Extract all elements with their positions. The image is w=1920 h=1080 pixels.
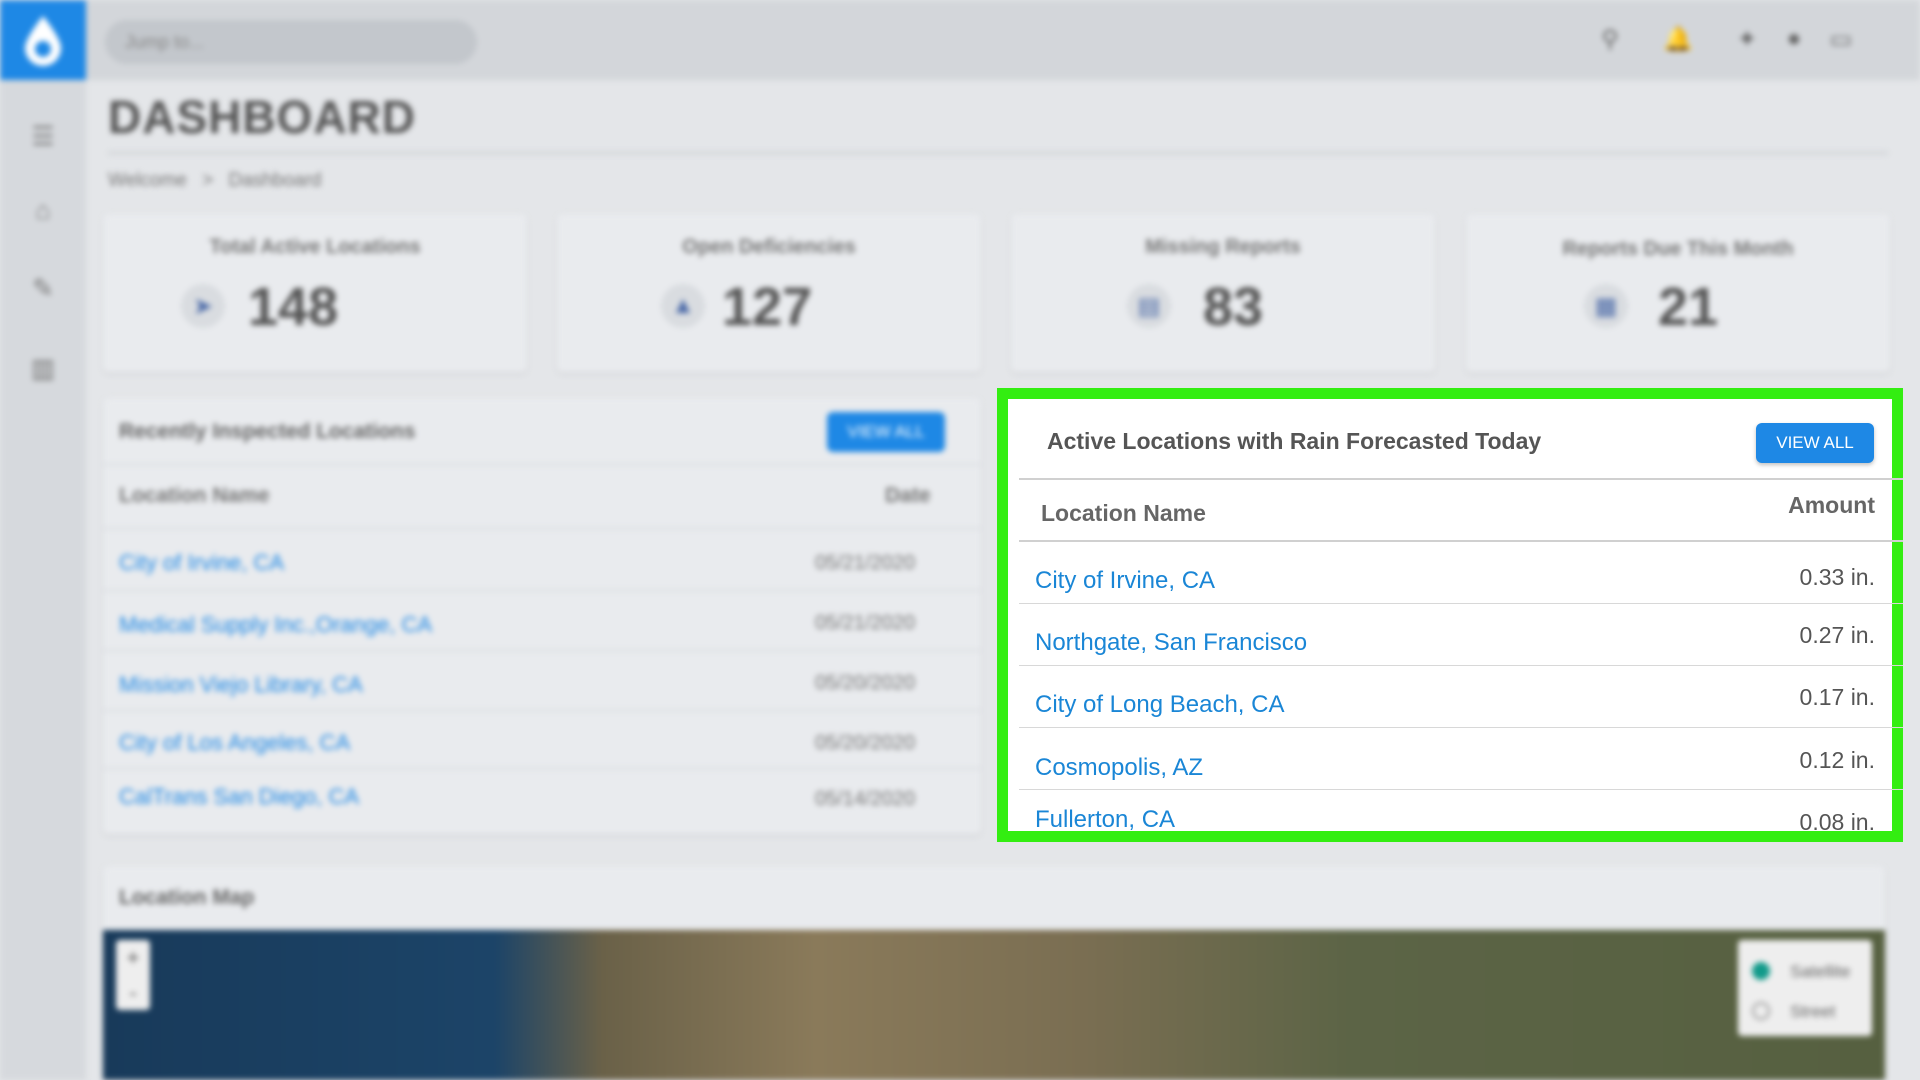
breadcrumb: Welcome > Dashboard [108,170,321,192]
page-title: DASHBOARD [108,91,416,143]
radio-satellite[interactable] [1752,962,1770,980]
table-row-date: 05/21/2020 [815,552,916,574]
rain-table-header: Location Name Amount [1019,480,1903,542]
wrench-icon[interactable]: ✎ [25,270,61,306]
rain-amount: 0.08 in. [1799,809,1875,835]
menu-icon[interactable]: ☰ [25,118,61,154]
table-row: Northgate, San Francisco 0.27 in. [1019,604,1903,666]
satellite-map[interactable] [103,930,1885,1080]
card-title: Location Map [119,886,255,909]
divider [103,650,981,651]
location-link[interactable]: Northgate, San Francisco [1035,629,1307,657]
stat-value: 148 [248,277,339,337]
stat-label: Total Active Locations [209,236,421,258]
stat-label: Missing Reports [1145,236,1301,258]
send-icon: ➤ [181,284,225,328]
column-location-name: Location Name [1041,500,1206,526]
column-amount: Amount [1788,492,1875,518]
table-row-link[interactable]: CalTrans San Diego, CA [119,784,359,810]
table-row-date: 05/20/2020 [815,672,916,694]
globe-icon[interactable]: ● [1779,24,1809,54]
table-row: Fullerton, CA 0.08 in. [1019,790,1903,842]
table-row-date: 05/20/2020 [815,732,916,754]
water-drop-icon [25,16,61,66]
location-link[interactable]: Fullerton, CA [1035,806,1175,834]
rain-card-title: Active Locations with Rain Forecasted To… [1047,428,1542,454]
location-link[interactable]: Cosmopolis, AZ [1035,754,1203,782]
layer-label-street: Street [1790,1002,1836,1021]
stat-label: Reports Due This Month [1562,238,1794,260]
column-location-name: Location Name [119,484,270,507]
recently-inspected-card: Recently Inspected Locations VIEW ALL Lo… [103,398,981,834]
building-icon[interactable]: ▥ [25,350,61,386]
location-pin-icon[interactable]: ⚲ [1595,24,1625,54]
rain-amount: 0.17 in. [1799,684,1875,710]
zoom-out-button[interactable]: - [116,975,150,1010]
app-logo[interactable] [0,0,86,80]
radio-street[interactable] [1752,1002,1770,1020]
home-icon[interactable]: ⌂ [25,192,61,228]
stat-value: 127 [722,277,813,337]
location-link[interactable]: City of Long Beach, CA [1035,691,1284,719]
table-row-date: 05/14/2020 [815,788,916,810]
rain-amount: 0.27 in. [1799,622,1875,648]
stat-card-reports-due[interactable]: Reports Due This Month ▦ 21 [1466,214,1890,372]
divider [103,464,981,465]
table-row: Cosmopolis, AZ 0.12 in. [1019,728,1903,790]
location-link[interactable]: City of Irvine, CA [1035,567,1215,595]
layer-label-satellite: Satellite [1790,962,1851,981]
zoom-in-button[interactable]: + [116,940,150,975]
breadcrumb-item-dashboard: Dashboard [228,170,322,191]
column-date: Date [885,484,931,507]
title-divider [108,152,1888,154]
lightbulb-icon[interactable]: ✦ [1732,24,1762,54]
divider [103,768,981,769]
divider [103,528,981,529]
card-title: Recently Inspected Locations [119,420,416,443]
table-row-date: 05/21/2020 [815,612,916,634]
search-input[interactable]: Jump to... [105,20,477,64]
stat-card-active-locations[interactable]: Total Active Locations ➤ 148 [103,214,527,372]
breadcrumb-item-welcome[interactable]: Welcome [108,170,187,191]
stat-label: Open Deficiencies [682,236,856,258]
map-layer-selector: Satellite Street [1738,940,1872,1036]
bell-icon[interactable]: 🔔 [1663,24,1693,54]
divider [103,710,981,711]
warning-icon: ▲ [661,284,705,328]
logout-icon[interactable]: ▭ [1826,24,1856,54]
view-all-button[interactable]: VIEW ALL [1756,423,1874,463]
rain-card-header: Active Locations with Rain Forecasted To… [1019,410,1903,480]
stat-value: 83 [1203,277,1264,337]
rain-amount: 0.33 in. [1799,564,1875,590]
table-row: City of Long Beach, CA 0.17 in. [1019,666,1903,728]
table-row-link[interactable]: City of Los Angeles, CA [119,730,350,756]
table-row-link[interactable]: Medical Supply Inc.,Orange, CA [119,612,432,638]
document-icon: ▤ [1127,284,1171,328]
breadcrumb-separator: > [202,170,214,191]
divider [103,590,981,591]
table-row: City of Irvine, CA 0.33 in. [1019,542,1903,604]
table-row-link[interactable]: Mission Viejo Library, CA [119,672,363,698]
zoom-controls: + - [116,940,150,1010]
sidebar: ☰ ⌂ ✎ ▥ [0,0,86,1080]
rain-amount: 0.12 in. [1799,747,1875,773]
stat-value: 21 [1658,277,1719,337]
view-all-button[interactable]: VIEW ALL [827,412,945,452]
rain-forecast-card: Active Locations with Rain Forecasted To… [997,388,1903,842]
stat-card-open-deficiencies[interactable]: Open Deficiencies ▲ 127 [557,214,981,372]
stat-card-missing-reports[interactable]: Missing Reports ▤ 83 [1011,214,1435,372]
table-row-link[interactable]: City of Irvine, CA [119,550,284,576]
calendar-icon: ▦ [1584,284,1628,328]
